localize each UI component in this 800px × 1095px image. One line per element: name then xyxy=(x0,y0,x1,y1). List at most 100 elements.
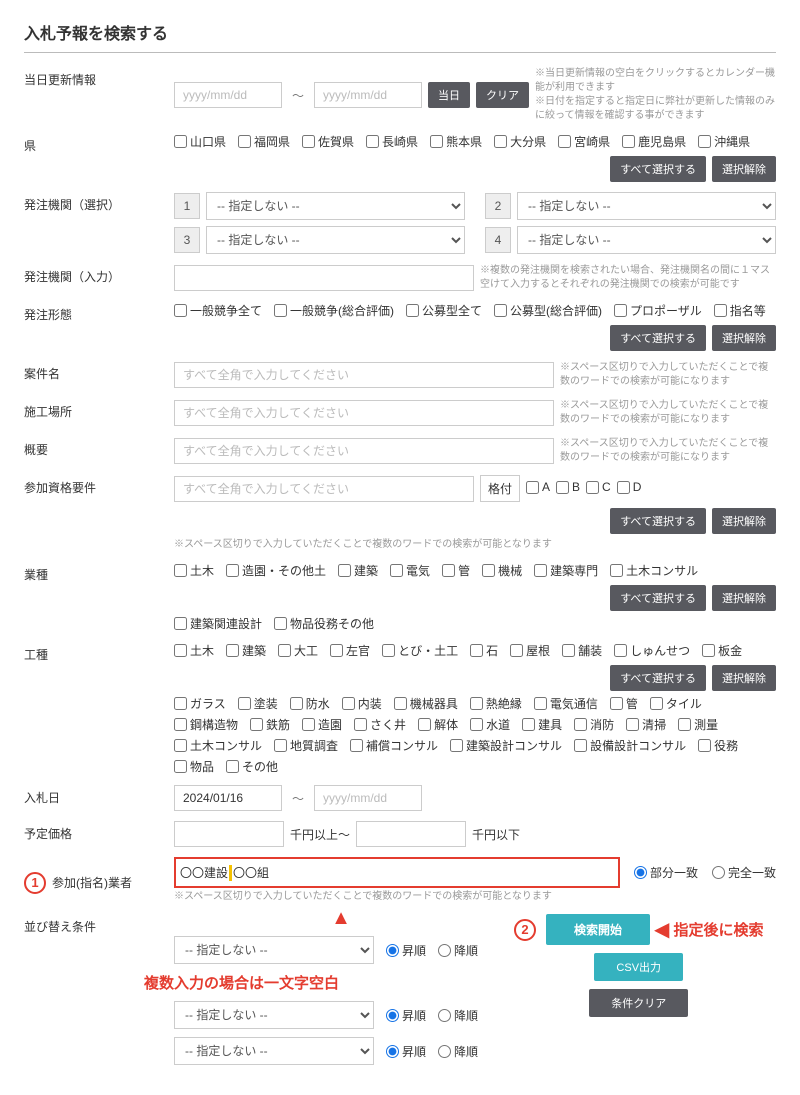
checkbox-item[interactable]: C xyxy=(586,480,611,494)
industry-select-all[interactable]: すべて選択する xyxy=(610,585,706,611)
checkbox-item[interactable]: 板金 xyxy=(702,642,742,659)
pref-clear[interactable]: 選択解除 xyxy=(712,156,776,182)
sort2-desc[interactable]: 降順 xyxy=(438,1007,478,1024)
checkbox-item[interactable]: A xyxy=(526,480,550,494)
btn-clear-date[interactable]: クリア xyxy=(476,82,529,108)
checkbox-item[interactable]: 土木 xyxy=(174,642,214,659)
sort1-asc[interactable]: 昇順 xyxy=(386,942,426,959)
agency-select-4[interactable]: -- 指定しない -- xyxy=(517,226,776,254)
checkbox-item[interactable]: 解体 xyxy=(418,716,458,733)
checkbox-item[interactable]: 建築 xyxy=(226,642,266,659)
checkbox-item[interactable]: 補償コンサル xyxy=(350,737,438,754)
checkbox-item[interactable]: 清掃 xyxy=(626,716,666,733)
checkbox-item[interactable]: 佐賀県 xyxy=(302,133,354,150)
checkbox-item[interactable]: 鉄筋 xyxy=(250,716,290,733)
checkbox-item[interactable]: B xyxy=(556,480,580,494)
checkbox-item[interactable]: 機械 xyxy=(482,562,522,579)
checkbox-item[interactable]: 大工 xyxy=(278,642,318,659)
checkbox-item[interactable]: 屋根 xyxy=(510,642,550,659)
site-input[interactable] xyxy=(174,400,554,426)
checkbox-item[interactable]: 設備設計コンサル xyxy=(574,737,686,754)
checkbox-item[interactable]: 石 xyxy=(470,642,498,659)
checkbox-item[interactable]: しゅんせつ xyxy=(614,642,690,659)
casename-input[interactable] xyxy=(174,362,554,388)
form-clear[interactable]: 選択解除 xyxy=(712,325,776,351)
checkbox-item[interactable]: 地質調査 xyxy=(274,737,338,754)
checkbox-item[interactable]: 電気通信 xyxy=(534,695,598,712)
sort-select-2[interactable]: -- 指定しない -- xyxy=(174,1001,374,1029)
checkbox-item[interactable]: 福岡県 xyxy=(238,133,290,150)
checkbox-item[interactable]: 公募型(総合評価) xyxy=(494,302,602,319)
biddate-from[interactable] xyxy=(174,785,282,811)
biddate-to[interactable] xyxy=(314,785,422,811)
agency-select-1[interactable]: -- 指定しない -- xyxy=(206,192,465,220)
checkbox-item[interactable]: D xyxy=(617,480,642,494)
btn-clear-cond[interactable]: 条件クリア xyxy=(589,989,688,1017)
summary-input[interactable] xyxy=(174,438,554,464)
checkbox-item[interactable]: 熊本県 xyxy=(430,133,482,150)
vendor-exact-radio[interactable]: 完全一致 xyxy=(712,864,776,881)
checkbox-item[interactable]: プロポーザル xyxy=(614,302,702,319)
checkbox-item[interactable]: 一般競争全て xyxy=(174,302,262,319)
checkbox-item[interactable]: 土木コンサル xyxy=(610,562,698,579)
sort3-asc[interactable]: 昇順 xyxy=(386,1043,426,1060)
btn-csv[interactable]: CSV出力 xyxy=(594,953,683,981)
checkbox-item[interactable]: 宮崎県 xyxy=(558,133,610,150)
btn-today[interactable]: 当日 xyxy=(428,82,470,108)
checkbox-item[interactable]: 電気 xyxy=(390,562,430,579)
checkbox-item[interactable]: 鋼構造物 xyxy=(174,716,238,733)
sort3-desc[interactable]: 降順 xyxy=(438,1043,478,1060)
checkbox-item[interactable]: 鹿児島県 xyxy=(622,133,686,150)
pref-select-all[interactable]: すべて選択する xyxy=(610,156,706,182)
checkbox-item[interactable]: 防水 xyxy=(290,695,330,712)
sort1-desc[interactable]: 降順 xyxy=(438,942,478,959)
checkbox-item[interactable]: 造園・その他土 xyxy=(226,562,326,579)
agency-select-3[interactable]: -- 指定しない -- xyxy=(206,226,465,254)
qual-input[interactable] xyxy=(174,476,474,502)
update-from-input[interactable] xyxy=(174,82,282,108)
checkbox-item[interactable]: 左官 xyxy=(330,642,370,659)
checkbox-item[interactable]: 沖縄県 xyxy=(698,133,750,150)
checkbox-item[interactable]: 一般競争(総合評価) xyxy=(274,302,394,319)
checkbox-item[interactable]: 大分県 xyxy=(494,133,546,150)
industry-clear[interactable]: 選択解除 xyxy=(712,585,776,611)
checkbox-item[interactable]: 塗装 xyxy=(238,695,278,712)
checkbox-item[interactable]: 役務 xyxy=(698,737,738,754)
checkbox-item[interactable]: 建築専門 xyxy=(534,562,598,579)
qual-clear[interactable]: 選択解除 xyxy=(712,508,776,534)
checkbox-item[interactable]: 測量 xyxy=(678,716,718,733)
checkbox-item[interactable]: 公募型全て xyxy=(406,302,482,319)
btn-search[interactable]: 検索開始 xyxy=(546,914,650,945)
checkbox-item[interactable]: 長崎県 xyxy=(366,133,418,150)
work-clear[interactable]: 選択解除 xyxy=(712,665,776,691)
checkbox-item[interactable]: 水道 xyxy=(470,716,510,733)
checkbox-item[interactable]: 物品役務その他 xyxy=(274,615,374,632)
update-to-input[interactable] xyxy=(314,82,422,108)
checkbox-item[interactable]: 建具 xyxy=(522,716,562,733)
checkbox-item[interactable]: 土木コンサル xyxy=(174,737,262,754)
qual-select-all[interactable]: すべて選択する xyxy=(610,508,706,534)
sort2-asc[interactable]: 昇順 xyxy=(386,1007,426,1024)
checkbox-item[interactable]: タイル xyxy=(650,695,702,712)
checkbox-item[interactable]: その他 xyxy=(226,758,278,775)
checkbox-item[interactable]: さく井 xyxy=(354,716,406,733)
agency-select-2[interactable]: -- 指定しない -- xyxy=(517,192,776,220)
form-select-all[interactable]: すべて選択する xyxy=(610,325,706,351)
checkbox-item[interactable]: 建築 xyxy=(338,562,378,579)
price-to[interactable] xyxy=(356,821,466,847)
checkbox-item[interactable]: 土木 xyxy=(174,562,214,579)
checkbox-item[interactable]: 管 xyxy=(610,695,638,712)
checkbox-item[interactable]: とび・土工 xyxy=(382,642,458,659)
work-select-all[interactable]: すべて選択する xyxy=(610,665,706,691)
vendor-input[interactable] xyxy=(269,861,614,884)
checkbox-item[interactable]: 舗装 xyxy=(562,642,602,659)
checkbox-item[interactable]: 建築設計コンサル xyxy=(450,737,562,754)
vendor-partial-radio[interactable]: 部分一致 xyxy=(634,864,698,881)
checkbox-item[interactable]: 管 xyxy=(442,562,470,579)
checkbox-item[interactable]: 山口県 xyxy=(174,133,226,150)
checkbox-item[interactable]: 指名等 xyxy=(714,302,766,319)
checkbox-item[interactable]: ガラス xyxy=(174,695,226,712)
checkbox-item[interactable]: 建築関連設計 xyxy=(174,615,262,632)
price-from[interactable] xyxy=(174,821,284,847)
checkbox-item[interactable]: 造園 xyxy=(302,716,342,733)
